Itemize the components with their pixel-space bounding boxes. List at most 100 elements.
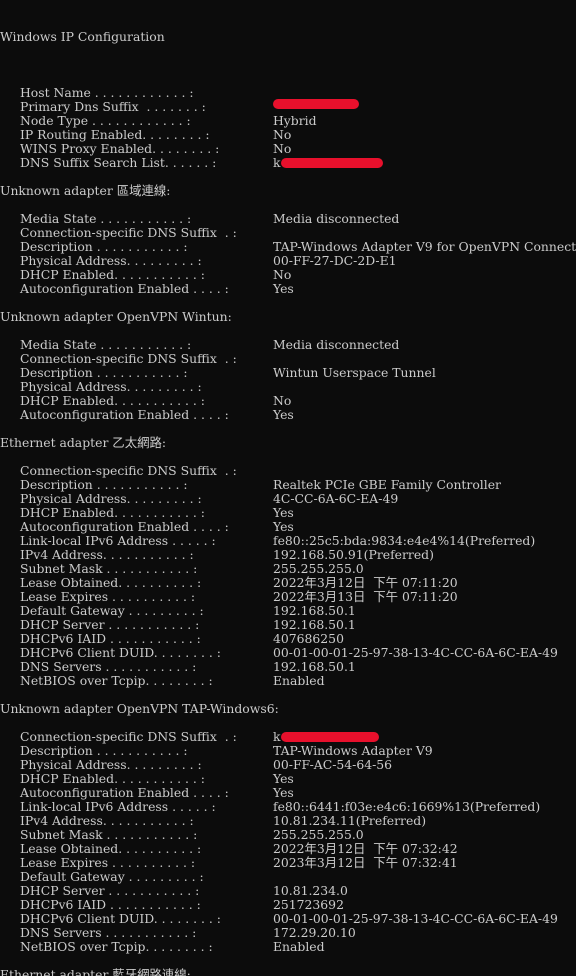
config-value: 255.255.255.0: [273, 561, 364, 576]
config-label: DHCPv6 Client DUID. . . . . . . . :: [20, 911, 221, 926]
config-label: IPv4 Address. . . . . . . . . . . :: [20, 813, 194, 828]
config-value: No: [273, 127, 292, 142]
config-value: Yes: [273, 407, 294, 422]
config-label: Subnet Mask . . . . . . . . . . . :: [20, 561, 198, 576]
adapter-sections: Host Name . . . . . . . . . . . . : Prima…: [0, 72, 576, 976]
config-row: Description . . . . . . . . . . . : TAP-W…: [0, 240, 576, 254]
config-row: Subnet Mask . . . . . . . . . . . : 255.2…: [0, 562, 576, 576]
config-value: 00-01-00-01-25-97-38-13-4C-CC-6A-6C-EA-4…: [273, 911, 558, 926]
adapter-header: Unknown adapter OpenVPN Wintun:: [0, 309, 232, 324]
config-label: DHCPv6 IAID . . . . . . . . . . . :: [20, 897, 201, 912]
config-label: Lease Expires . . . . . . . . . . :: [20, 589, 196, 604]
config-label: DHCPv6 Client DUID. . . . . . . . :: [20, 645, 221, 660]
config-row: Subnet Mask . . . . . . . . . . . : 255.2…: [0, 828, 576, 842]
config-row: Media State . . . . . . . . . . . : Media…: [0, 212, 576, 226]
config-row: DNS Servers . . . . . . . . . . . : 172.2…: [0, 926, 576, 940]
config-label: Default Gateway . . . . . . . . . :: [20, 869, 204, 884]
config-row: Connection-specific DNS Suffix . :: [0, 226, 576, 240]
config-value: Realtek PCIe GBE Family Controller: [273, 477, 501, 492]
config-label: IP Routing Enabled. . . . . . . . :: [20, 127, 210, 142]
config-label: Lease Obtained. . . . . . . . . . :: [20, 841, 202, 856]
config-label: Primary Dns Suffix . . . . . . . :: [20, 99, 206, 114]
config-label: Connection-specific DNS Suffix . :: [20, 463, 237, 478]
config-label: Default Gateway . . . . . . . . . :: [20, 603, 204, 618]
config-label: Physical Address. . . . . . . . . :: [20, 757, 202, 772]
config-label: IPv4 Address. . . . . . . . . . . :: [20, 547, 194, 562]
config-label: Description . . . . . . . . . . . :: [20, 743, 188, 758]
config-row: DHCPv6 Client DUID. . . . . . . . : 00-01…: [0, 912, 576, 926]
config-row: Physical Address. . . . . . . . . : 00-FF…: [0, 758, 576, 772]
config-row: DHCPv6 IAID . . . . . . . . . . . : 40768…: [0, 632, 576, 646]
config-value: Yes: [273, 519, 294, 534]
config-row: Physical Address. . . . . . . . . : 4C-CC…: [0, 492, 576, 506]
config-row: DHCPv6 IAID . . . . . . . . . . . : 25172…: [0, 898, 576, 912]
config-label: Link-local IPv6 Address . . . . . :: [20, 799, 216, 814]
config-label: Connection-specific DNS Suffix . :: [20, 351, 237, 366]
adapter-header: Ethernet adapter 藍牙網路連線:: [0, 967, 191, 976]
console-output[interactable]: Windows IP Configuration Host Name . . .…: [0, 0, 576, 976]
config-row: Physical Address. . . . . . . . . :: [0, 380, 576, 394]
config-value: 192.168.50.91(Preferred): [273, 547, 434, 562]
config-row: DHCP Enabled. . . . . . . . . . . : No: [0, 394, 576, 408]
config-row: Lease Expires . . . . . . . . . . : 2022年…: [0, 590, 576, 604]
config-label: DHCP Server . . . . . . . . . . . :: [20, 883, 200, 898]
config-value: 2022年3月12日 下午 07:11:20: [273, 575, 458, 590]
config-value: Media disconnected: [273, 337, 400, 352]
config-label: Lease Expires . . . . . . . . . . :: [20, 855, 196, 870]
config-row: Lease Obtained. . . . . . . . . . : 2022年…: [0, 576, 576, 590]
config-label: Autoconfiguration Enabled . . . . :: [20, 785, 229, 800]
config-row: Lease Obtained. . . . . . . . . . : 2022年…: [0, 842, 576, 856]
config-row: DHCPv6 Client DUID. . . . . . . . : 00-01…: [0, 646, 576, 660]
config-label: Physical Address. . . . . . . . . :: [20, 379, 202, 394]
config-label: DNS Servers . . . . . . . . . . . :: [20, 659, 197, 674]
config-value: Yes: [273, 281, 294, 296]
config-value: 00-FF-27-DC-2D-E1: [273, 253, 397, 268]
config-value: 10.81.234.11(Preferred): [273, 813, 427, 828]
adapter-header-line: Unknown adapter 區域連線:: [0, 184, 576, 198]
config-row: Default Gateway . . . . . . . . . : 192.1…: [0, 604, 576, 618]
adapter-header: Unknown adapter OpenVPN TAP-Windows6:: [0, 701, 279, 716]
config-value: 407686250: [273, 631, 344, 646]
config-row: Description . . . . . . . . . . . : TAP-W…: [0, 744, 576, 758]
config-label: Node Type . . . . . . . . . . . . :: [20, 113, 191, 128]
config-row: Physical Address. . . . . . . . . : 00-FF…: [0, 254, 576, 268]
config-row: Link-local IPv6 Address . . . . . : fe80:…: [0, 534, 576, 548]
config-value: Enabled: [273, 673, 325, 688]
adapter-header: Ethernet adapter 乙太網路:: [0, 435, 167, 450]
config-label: Lease Obtained. . . . . . . . . . :: [20, 575, 202, 590]
config-value: No: [273, 267, 292, 282]
adapter-header-line: Unknown adapter OpenVPN TAP-Windows6:: [0, 702, 576, 716]
adapter-header-line: Ethernet adapter 乙太網路:: [0, 436, 576, 450]
adapter-header-line: Unknown adapter OpenVPN Wintun:: [0, 310, 576, 324]
config-label: NetBIOS over Tcpip. . . . . . . . :: [20, 673, 213, 688]
config-label: DHCP Enabled. . . . . . . . . . . :: [20, 771, 205, 786]
config-value: TAP-Windows Adapter V9: [273, 743, 433, 758]
config-value: No: [273, 393, 292, 408]
config-label: Link-local IPv6 Address . . . . . :: [20, 533, 216, 548]
redacted-value: k: [273, 155, 377, 170]
config-label: Description . . . . . . . . . . . :: [20, 239, 188, 254]
config-value: 192.168.50.1: [273, 617, 356, 632]
config-row: DHCP Enabled. . . . . . . . . . . : No: [0, 268, 576, 282]
config-value: 2022年3月13日 下午 07:11:20: [273, 589, 458, 604]
adapter-header-line: Ethernet adapter 藍牙網路連線:: [0, 968, 576, 976]
adapter-header: Unknown adapter 區域連線:: [0, 183, 171, 198]
config-row: DHCP Enabled. . . . . . . . . . . : Yes: [0, 772, 576, 786]
config-row: IP Routing Enabled. . . . . . . . : No: [0, 128, 576, 142]
config-value: TAP-Windows Adapter V9 for OpenVPN Conne…: [273, 239, 576, 254]
config-row: IPv4 Address. . . . . . . . . . . : 192.1…: [0, 548, 576, 562]
config-row: DNS Suffix Search List. . . . . . : k: [0, 156, 576, 170]
config-value: Yes: [273, 771, 294, 786]
config-label: DNS Suffix Search List. . . . . . :: [20, 155, 217, 170]
config-value: Wintun Userspace Tunnel: [273, 365, 436, 380]
config-row: Connection-specific DNS Suffix . : k: [0, 730, 576, 744]
config-label: Autoconfiguration Enabled . . . . :: [20, 407, 229, 422]
config-row: Description . . . . . . . . . . . : Realt…: [0, 478, 576, 492]
